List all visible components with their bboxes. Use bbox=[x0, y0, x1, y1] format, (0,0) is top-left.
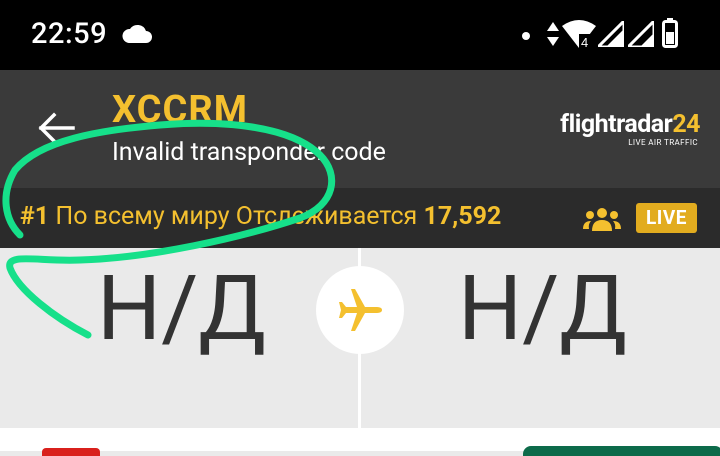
status-icons: 4 bbox=[522, 18, 692, 50]
battery-icon bbox=[662, 18, 678, 48]
dot-icon bbox=[522, 32, 530, 40]
rank-scope: По всему миру bbox=[55, 202, 230, 231]
back-arrow-icon[interactable] bbox=[37, 112, 75, 144]
cloud-icon bbox=[122, 24, 152, 43]
tracked-count: 17,592 bbox=[423, 202, 502, 231]
people-icon bbox=[583, 208, 621, 231]
flightradar-logo: flightradar24 LIVE AIR TRAFFIC bbox=[560, 110, 700, 147]
flight-toolbar: XCCRM Invalid transponder code flightrad… bbox=[0, 70, 720, 188]
data-arrows-icon bbox=[547, 22, 559, 46]
rank-text: #1 По всему миру Отслеживается 17,592 bbox=[20, 202, 501, 231]
action-button-fragment[interactable] bbox=[523, 446, 720, 456]
origin-airport[interactable]: Н/Д bbox=[97, 256, 266, 361]
plane-circle bbox=[316, 266, 404, 354]
airline-logo-fragment bbox=[42, 448, 100, 456]
rank-bar[interactable]: #1 По всему миру Отслеживается 17,592 LI… bbox=[0, 188, 720, 248]
live-badge: LIVE bbox=[636, 203, 697, 233]
tracked-label: Отслеживается bbox=[235, 202, 418, 231]
status-bar: 22:59 4 bbox=[0, 0, 720, 70]
wifi-icon: 4 bbox=[562, 20, 596, 48]
airplane-icon bbox=[339, 289, 382, 331]
flight-subtitle: Invalid transponder code bbox=[112, 138, 386, 167]
signal-icon-2 bbox=[628, 21, 654, 47]
rank-number: #1 bbox=[20, 202, 50, 231]
status-time: 22:59 bbox=[31, 17, 108, 51]
flight-callsign: XCCRM bbox=[112, 88, 248, 132]
route-panel: Н/Д Н/Д bbox=[0, 248, 720, 428]
destination-airport[interactable]: Н/Д bbox=[458, 256, 627, 361]
signal-icon bbox=[598, 21, 624, 47]
svg-text:4: 4 bbox=[581, 35, 588, 48]
bottom-strip bbox=[0, 428, 720, 456]
